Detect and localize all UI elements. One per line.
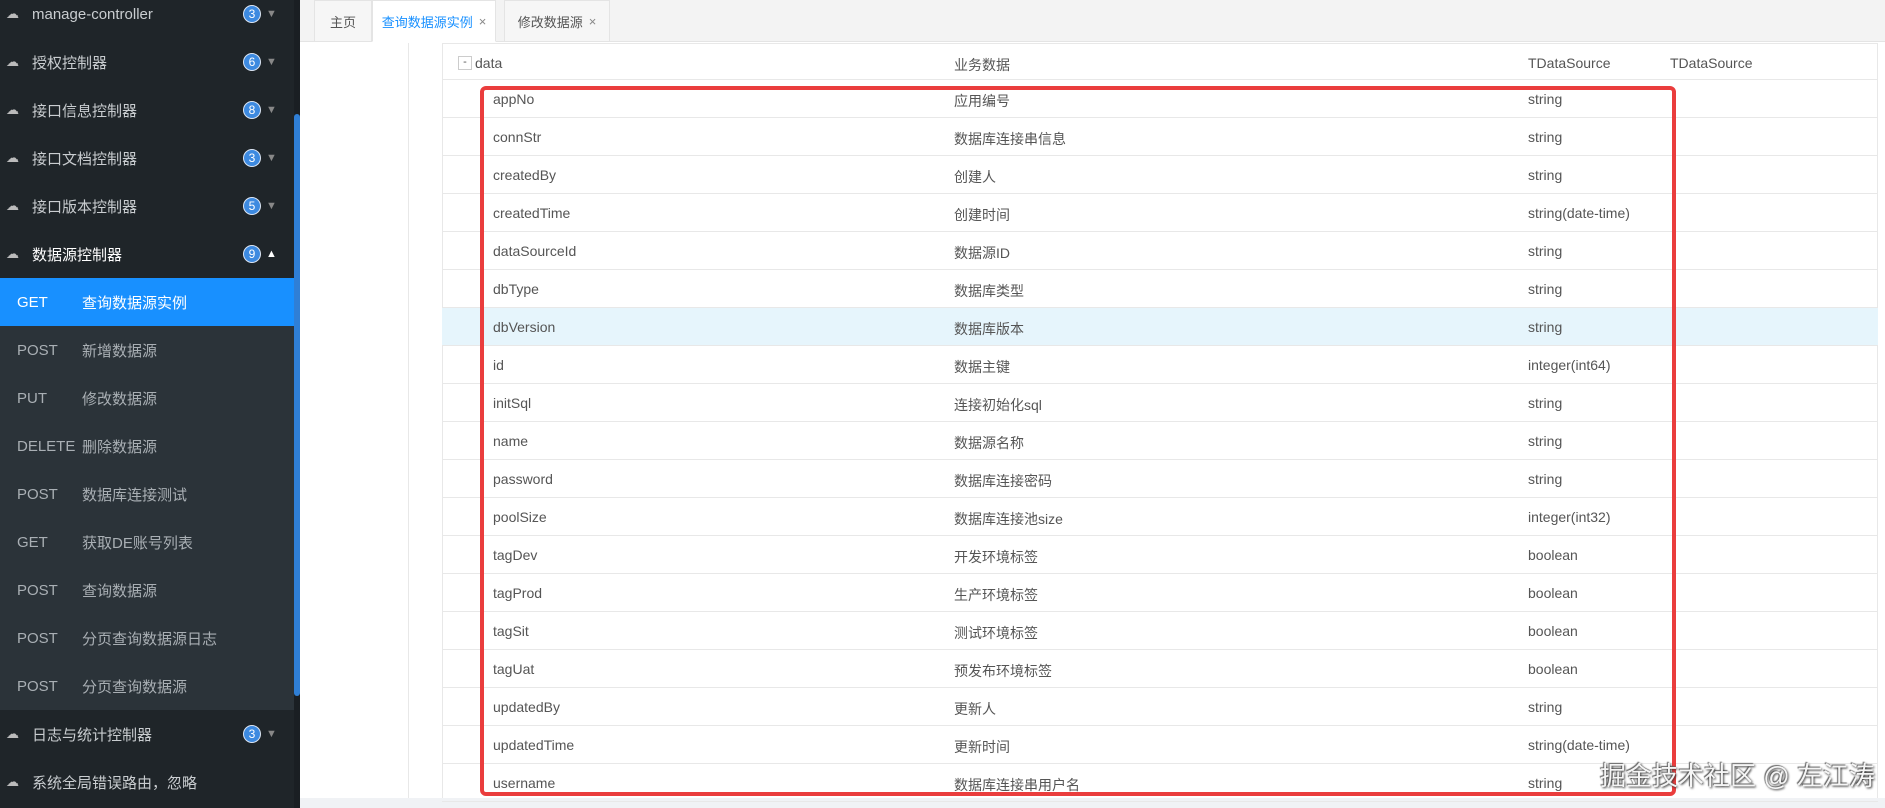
sidebar-item[interactable]: GET 获取DE账号列表 — [0, 518, 294, 566]
count-badge: 8 — [243, 101, 261, 119]
cloud-icon: ☁ — [6, 198, 19, 213]
cloud-icon: ☁ — [6, 102, 19, 117]
item-label: 分页查询数据源 — [82, 678, 188, 696]
highlight-box — [480, 86, 1676, 796]
http-method: POST — [17, 485, 58, 503]
cloud-icon: ☁ — [6, 54, 19, 69]
chevron-down-icon[interactable]: ▼ — [266, 8, 277, 20]
http-method: GET — [17, 293, 48, 311]
chevron-down-icon[interactable]: ▼ — [266, 200, 277, 212]
item-label: 查询数据源 — [82, 582, 158, 600]
tab-label: 主页 — [329, 14, 356, 30]
group-label: 授权控制器 — [32, 54, 108, 72]
group-label: 接口信息控制器 — [32, 102, 138, 120]
group-label: 接口文档控制器 — [32, 150, 138, 168]
tab-label: 修改数据源 — [517, 14, 583, 30]
close-icon[interactable]: × — [589, 14, 597, 29]
chevron-up-icon[interactable]: ▲ — [266, 248, 277, 260]
sidebar-item[interactable]: DELETE 删除数据源 — [0, 422, 294, 470]
http-method: POST — [17, 581, 58, 599]
group-label: manage-controller — [32, 5, 153, 23]
sidebar-group[interactable]: ☁ 授权控制器 6 ▼ — [0, 38, 294, 86]
group-label: 接口版本控制器 — [32, 198, 138, 216]
group-label: 数据源控制器 — [32, 246, 123, 264]
sidebar-group[interactable]: ☁ 接口版本控制器 5 ▼ — [0, 182, 294, 230]
chevron-down-icon[interactable]: ▼ — [266, 104, 277, 116]
count-badge: 3 — [243, 149, 261, 167]
http-method: POST — [17, 677, 58, 695]
sidebar-item[interactable]: POST 分页查询数据源 — [0, 662, 294, 710]
cloud-icon: ☁ — [6, 6, 19, 21]
count-badge: 9 — [243, 245, 261, 263]
http-method: GET — [17, 533, 48, 551]
sidebar-group[interactable]: ☁ 日志与统计控制器 3 ▼ — [0, 710, 294, 758]
sidebar-item[interactable]: POST 分页查询数据源日志 — [0, 614, 294, 662]
sidebar-group[interactable]: ☁ 系统全局错误路由，忽略 — [0, 758, 294, 806]
close-icon[interactable]: × — [479, 14, 487, 29]
item-label: 分页查询数据源日志 — [82, 630, 218, 648]
count-badge: 6 — [243, 53, 261, 71]
http-method: POST — [17, 629, 58, 647]
divider — [408, 43, 409, 798]
cloud-icon: ☁ — [6, 726, 19, 741]
field-desc: 业务数据 — [954, 57, 1010, 73]
chevron-down-icon[interactable]: ▼ — [266, 56, 277, 68]
sidebar-group[interactable]: ☁ manage-controller 3 ▼ — [0, 0, 294, 38]
count-badge: 5 — [243, 197, 261, 215]
field-name: data — [475, 55, 503, 71]
sidebar-item[interactable]: POST 查询数据源 — [0, 566, 294, 614]
sidebar-item[interactable]: GET 查询数据源实例 — [0, 278, 294, 326]
http-method: POST — [17, 341, 58, 359]
tab-bar: 主页 查询数据源实例 × 修改数据源 × — [300, 0, 1885, 42]
tab-query-datasource[interactable]: 查询数据源实例 × — [372, 0, 496, 42]
watermark: 掘金技术社区 @ 左江涛 — [1600, 761, 1875, 791]
sidebar: ☁ manage-controller 3 ▼ ☁ 授权控制器 6 ▼ ☁ 接口信息控制器 8 ▼ ☁ 接… — [0, 0, 300, 808]
tab-label: 查询数据源实例 — [381, 14, 473, 30]
item-label: 修改数据源 — [82, 390, 158, 408]
http-method: PUT — [17, 389, 47, 407]
sidebar-item[interactable]: POST 数据库连接测试 — [0, 470, 294, 518]
cloud-icon: ☁ — [6, 774, 19, 789]
sidebar-item[interactable]: PUT 修改数据源 — [0, 374, 294, 422]
item-label: 新增数据源 — [82, 342, 158, 360]
chevron-down-icon[interactable]: ▼ — [266, 728, 277, 740]
group-label: 日志与统计控制器 — [32, 726, 153, 744]
item-label: 查询数据源实例 — [82, 294, 188, 312]
cloud-icon: ☁ — [6, 246, 19, 261]
field-schema: TDataSource — [1670, 55, 1753, 71]
chevron-down-icon[interactable]: ▼ — [266, 152, 277, 164]
group-label: 系统全局错误路由，忽略 — [32, 774, 198, 792]
count-badge: 3 — [243, 725, 261, 743]
item-label: 删除数据源 — [82, 438, 158, 456]
http-method: DELETE — [17, 437, 76, 455]
tab-home[interactable]: 主页 — [314, 0, 372, 42]
item-label: 获取DE账号列表 — [82, 534, 193, 552]
collapse-toggle[interactable]: - — [458, 56, 472, 70]
table-header-row: - data 业务数据 TDataSource TDataSource — [442, 43, 1878, 80]
count-badge: 3 — [243, 5, 261, 23]
sidebar-group[interactable]: ☁ 数据源控制器 9 ▲ — [0, 230, 294, 278]
sidebar-group[interactable]: ☁ 接口文档控制器 3 ▼ — [0, 134, 294, 182]
sidebar-item[interactable]: POST 新增数据源 — [0, 326, 294, 374]
field-type: TDataSource — [1528, 55, 1611, 71]
tab-edit-datasource[interactable]: 修改数据源 × — [504, 0, 610, 42]
sidebar-group[interactable]: ☁ 接口信息控制器 8 ▼ — [0, 86, 294, 134]
cloud-icon: ☁ — [6, 150, 19, 165]
item-label: 数据库连接测试 — [82, 486, 188, 504]
